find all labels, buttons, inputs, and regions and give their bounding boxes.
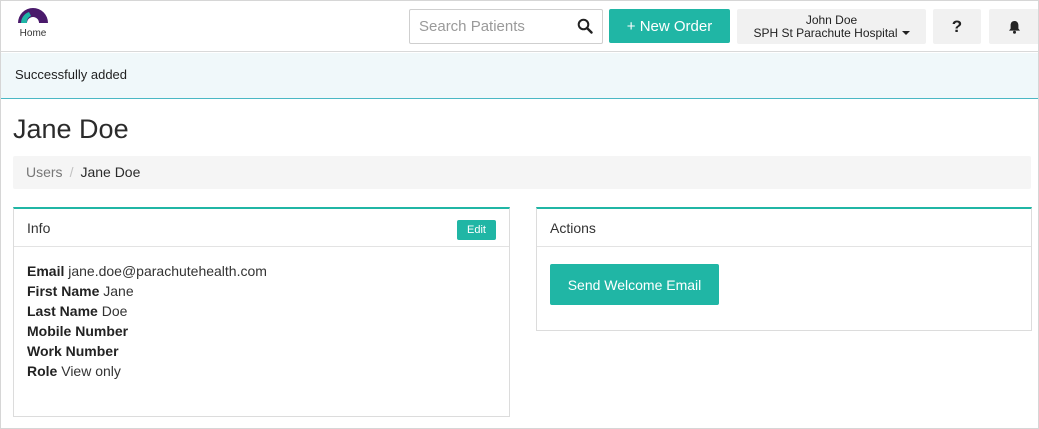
search-box (409, 9, 603, 44)
user-organization: SPH St Parachute Hospital (737, 27, 926, 40)
flash-text: Successfully added (15, 67, 128, 82)
info-row-email: Email jane.doe@parachutehealth.com (27, 261, 496, 281)
top-navbar: Home + New Order John Doe SPH St Parachu… (1, 1, 1038, 52)
info-row-work-number: Work Number (27, 341, 496, 361)
breadcrumb-separator: / (69, 164, 74, 180)
actions-panel-header: Actions (537, 209, 1031, 247)
field-value: View only (61, 363, 121, 379)
info-row-first-name: First Name Jane (27, 281, 496, 301)
bell-icon (1008, 20, 1020, 34)
field-label: Work Number (27, 343, 119, 359)
field-value: Jane (103, 283, 134, 299)
caret-down-icon (901, 30, 910, 35)
send-welcome-email-button[interactable]: Send Welcome Email (550, 264, 719, 305)
info-panel-body: Email jane.doe@parachutehealth.com First… (14, 247, 509, 395)
field-label: Last Name (27, 303, 98, 319)
search-input[interactable] (410, 10, 570, 43)
organization-name: SPH St Parachute Hospital (753, 26, 898, 40)
info-row-last-name: Last Name Doe (27, 301, 496, 321)
page-title: Jane Doe (13, 114, 129, 144)
info-row-mobile-number: Mobile Number (27, 321, 496, 341)
actions-panel: Actions Send Welcome Email (536, 207, 1032, 331)
search-icon[interactable] (577, 18, 593, 34)
flash-message: Successfully added (1, 53, 1038, 99)
info-panel-title: Info (27, 220, 51, 236)
parachute-logo-icon (18, 8, 48, 23)
app-frame: Home + New Order John Doe SPH St Parachu… (0, 0, 1039, 429)
user-menu-dropdown[interactable]: John Doe SPH St Parachute Hospital (737, 9, 926, 44)
edit-button[interactable]: Edit (457, 220, 496, 240)
breadcrumb-item-current: Jane Doe (80, 164, 141, 180)
help-icon: ? (951, 16, 963, 36)
field-label: Mobile Number (27, 323, 129, 339)
field-value: jane.doe@parachutehealth.com (68, 263, 267, 279)
info-row-role: Role View only (27, 361, 496, 381)
notifications-button[interactable] (989, 9, 1038, 44)
field-label: First Name (27, 283, 100, 299)
new-order-button[interactable]: + New Order (609, 9, 730, 43)
info-panel-header: Info Edit (14, 209, 509, 247)
help-button[interactable]: ? (933, 9, 981, 44)
field-label: Role (27, 363, 58, 379)
breadcrumb: Users / Jane Doe (13, 156, 1031, 189)
info-panel: Info Edit Email jane.doe@parachutehealth… (13, 207, 510, 417)
home-label: Home (19, 28, 47, 39)
breadcrumb-item-users[interactable]: Users (26, 164, 63, 180)
field-value: Doe (101, 303, 128, 319)
home-link[interactable]: Home (13, 7, 53, 47)
actions-panel-title: Actions (550, 220, 596, 236)
field-label: Email (27, 263, 65, 279)
